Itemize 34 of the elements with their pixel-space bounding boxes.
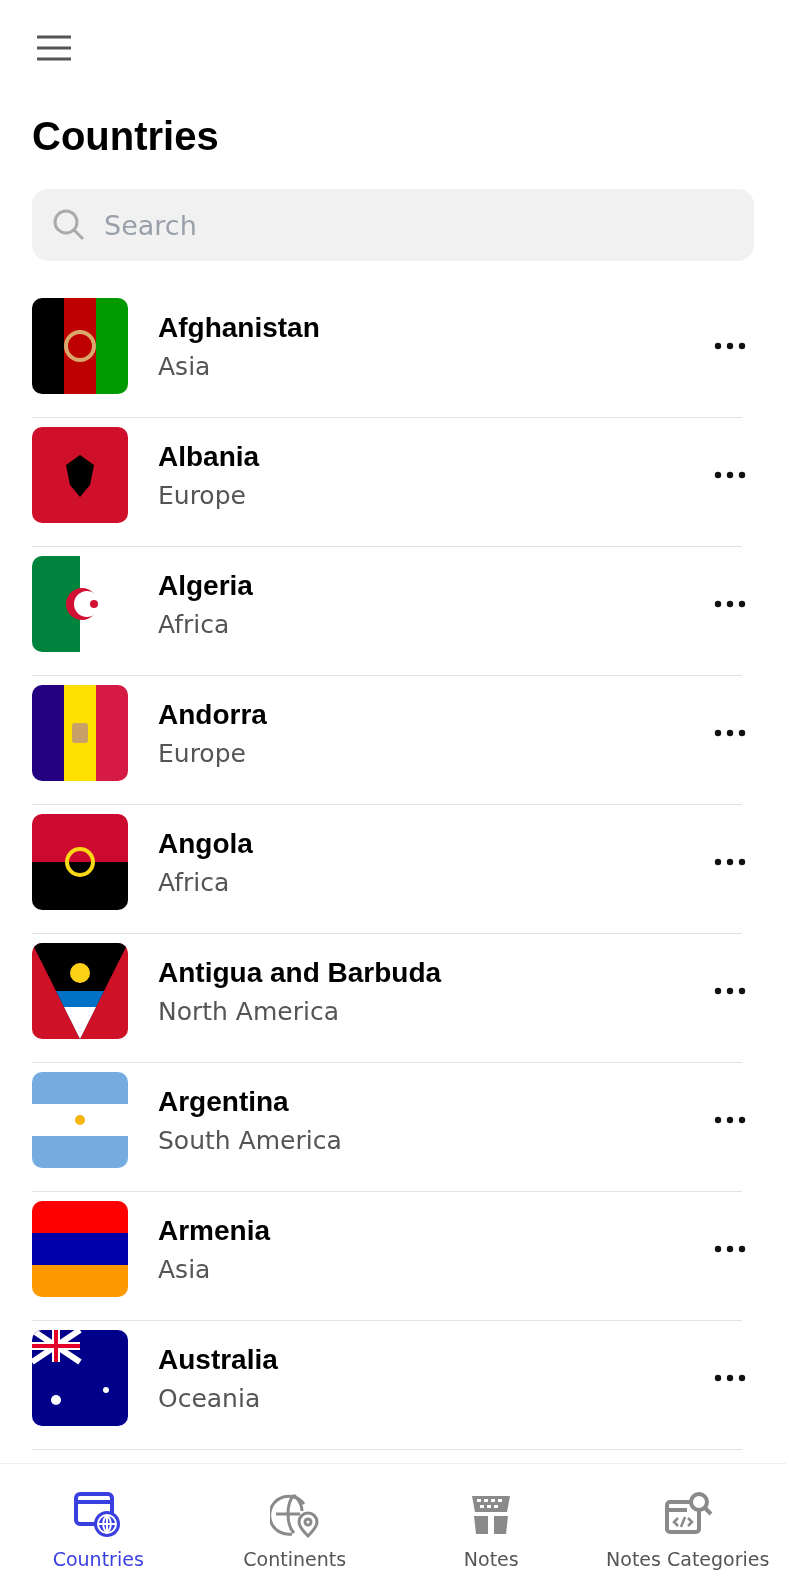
tab[interactable]: Notes — [393, 1464, 590, 1592]
country-name: Angola — [158, 827, 254, 860]
ellipsis-icon — [714, 600, 746, 608]
ellipsis-icon — [714, 858, 746, 866]
continent-name: South America — [158, 1125, 343, 1155]
ellipsis-icon — [714, 342, 746, 350]
ellipsis-icon — [714, 471, 746, 479]
tab[interactable]: Countries — [0, 1464, 197, 1592]
ellipsis-icon — [714, 987, 746, 995]
search-field[interactable]: Search — [32, 189, 754, 261]
continent-name: Africa — [158, 609, 231, 639]
tab[interactable]: Continents — [196, 1464, 393, 1592]
country-name: Andorra — [158, 698, 268, 731]
country-name: Afghanistan — [158, 311, 321, 344]
country-name: Albania — [158, 440, 261, 473]
country-name: Armenia — [158, 1214, 272, 1247]
continent-name: Europe — [158, 480, 247, 510]
continent-name: Asia — [158, 1254, 212, 1284]
continent-name: Europe — [158, 738, 247, 768]
country-name: Argentina — [158, 1085, 290, 1118]
page-title: Countries — [32, 114, 220, 159]
ellipsis-icon — [714, 729, 746, 737]
country-name: Australia — [158, 1343, 279, 1376]
ellipsis-icon — [714, 1245, 746, 1253]
ellipsis-icon — [714, 1116, 746, 1124]
tab[interactable]: Notes Categories — [589, 1464, 786, 1592]
ellipsis-icon — [714, 1374, 746, 1382]
country-name: Algeria — [158, 569, 254, 602]
search-icon — [52, 208, 86, 242]
continent-name: Asia — [158, 351, 212, 381]
continent-name: Africa — [158, 867, 231, 897]
continent-name: North America — [158, 996, 340, 1026]
continent-name: Oceania — [158, 1383, 262, 1413]
country-name: Antigua and Barbuda — [158, 956, 443, 989]
